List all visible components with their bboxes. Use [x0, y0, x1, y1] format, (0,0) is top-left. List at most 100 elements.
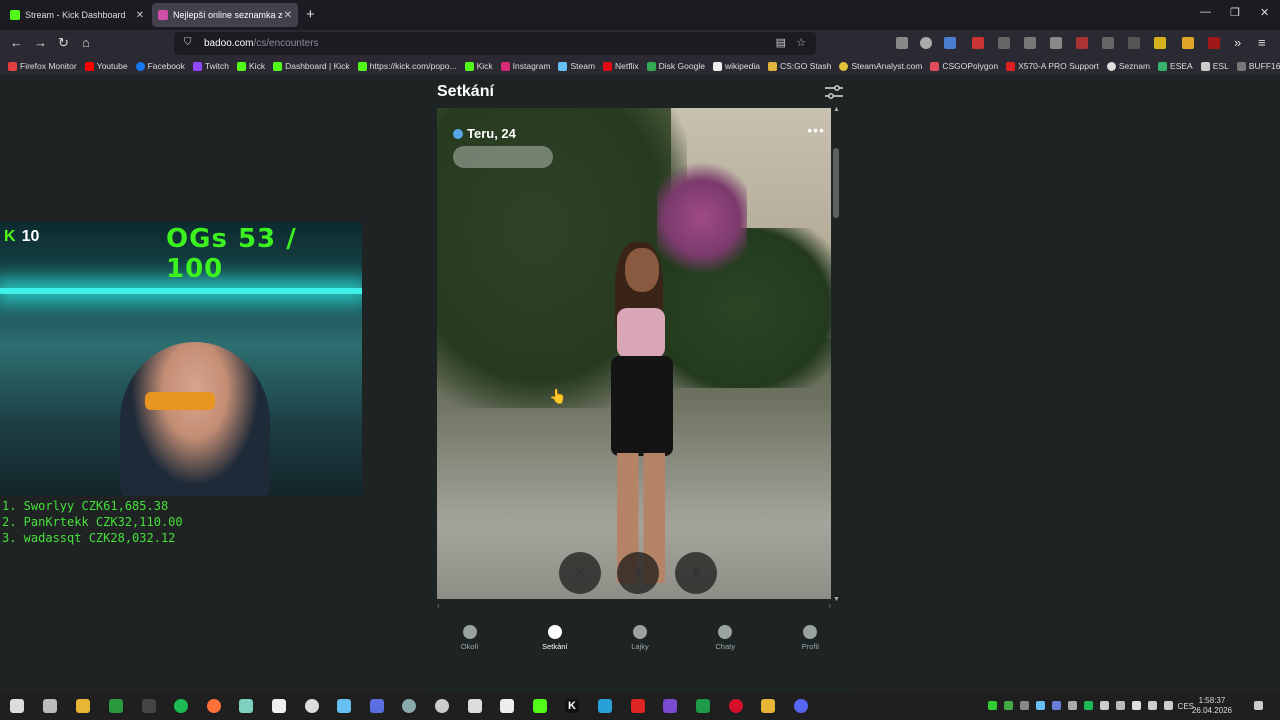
- tray-icon[interactable]: [1020, 701, 1029, 710]
- bookmark-item[interactable]: Disk Google: [646, 61, 705, 71]
- nav-item-profil[interactable]: Profil: [780, 625, 840, 665]
- bookmark-item[interactable]: ESL: [1200, 61, 1229, 71]
- tray-icon[interactable]: [1052, 701, 1061, 710]
- account-icon[interactable]: [920, 37, 932, 49]
- network-icon[interactable]: [1148, 701, 1157, 710]
- extension-icon[interactable]: [1182, 37, 1194, 49]
- scroll-right-icon[interactable]: ›: [828, 601, 831, 610]
- bookmark-item[interactable]: Kick: [464, 61, 493, 71]
- minimize-button[interactable]: —: [1200, 6, 1211, 18]
- scrollbar-thumb[interactable]: [833, 148, 839, 218]
- app-icon[interactable]: [663, 699, 677, 713]
- app-icon[interactable]: [598, 699, 612, 713]
- tray-icon[interactable]: [1084, 701, 1093, 710]
- bookmark-item[interactable]: CS:GO Stash: [767, 61, 831, 71]
- steam-ext-icon[interactable]: [944, 37, 956, 49]
- bookmark-star-icon[interactable]: ☆: [796, 36, 806, 49]
- volume-icon[interactable]: [1164, 701, 1173, 710]
- extension-icon[interactable]: [1024, 37, 1036, 49]
- file-explorer-icon[interactable]: [76, 699, 90, 713]
- reload-icon[interactable]: ↻: [58, 35, 69, 51]
- more-options-icon[interactable]: •••: [807, 122, 825, 138]
- overflow-chevron-icon[interactable]: »: [1234, 35, 1241, 50]
- tray-icon[interactable]: [1036, 701, 1045, 710]
- app-icon[interactable]: [761, 699, 775, 713]
- app-icon[interactable]: [500, 699, 514, 713]
- firefox-icon[interactable]: [207, 699, 221, 713]
- discord-icon[interactable]: [794, 699, 808, 713]
- bookmark-item[interactable]: SteamAnalyst.com: [839, 61, 922, 71]
- scroll-down-icon[interactable]: ▼: [833, 596, 840, 603]
- bookmark-item[interactable]: Netflix: [603, 61, 639, 71]
- tray-icon[interactable]: [1068, 701, 1077, 710]
- extension-icon[interactable]: [1154, 37, 1166, 49]
- close-icon[interactable]: ✕: [284, 10, 292, 21]
- photo-scrollbar[interactable]: ▲ ▼: [833, 106, 840, 603]
- clock[interactable]: 1:58:37 26.04.2026: [1192, 696, 1232, 716]
- clock-app-icon[interactable]: [305, 699, 319, 713]
- extension-icon[interactable]: [1076, 37, 1088, 49]
- windows-start-icon[interactable]: [10, 699, 24, 713]
- forward-icon[interactable]: →: [34, 35, 47, 50]
- spotify-icon[interactable]: [174, 699, 188, 713]
- horizontal-scrollbar[interactable]: ‹ ›: [437, 601, 831, 610]
- bookmark-item[interactable]: Kick: [237, 61, 265, 71]
- bookmark-item[interactable]: Youtube: [84, 61, 128, 71]
- close-icon[interactable]: ✕: [136, 10, 144, 21]
- bookmark-item[interactable]: X570-A PRO Support: [1006, 61, 1099, 71]
- maximize-button[interactable]: ❐: [1230, 6, 1240, 19]
- window-close-button[interactable]: ✕: [1260, 6, 1269, 19]
- widgets-icon[interactable]: [43, 699, 57, 713]
- url-bar[interactable]: ⛉ badoo.com/cs/encounters ▤ ☆: [174, 32, 816, 55]
- bookmark-item[interactable]: Instagram: [500, 61, 550, 71]
- puzzle-icon[interactable]: [1050, 37, 1062, 49]
- bookmark-item[interactable]: wikipedia: [712, 61, 760, 71]
- new-tab-button[interactable]: +: [306, 6, 315, 23]
- adblock-ext-icon[interactable]: [972, 37, 984, 49]
- terminal-icon[interactable]: [142, 699, 156, 713]
- tray-icon[interactable]: [988, 701, 997, 710]
- scroll-up-icon[interactable]: ▲: [833, 106, 840, 113]
- profile-photo[interactable]: Teru, 24 ••• 👆 ✕ ● ♥: [437, 108, 831, 599]
- app-icon[interactable]: [239, 699, 253, 713]
- bookmark-item[interactable]: CSGOPolygon: [930, 61, 998, 71]
- bookmark-item[interactable]: Dashboard | Kick: [273, 61, 350, 71]
- extension-icon[interactable]: [1102, 37, 1114, 49]
- back-icon[interactable]: ←: [10, 35, 23, 50]
- nav-item-lajky[interactable]: Lajky: [610, 625, 670, 665]
- kick-app-icon[interactable]: K: [565, 699, 579, 713]
- calculator-icon[interactable]: [468, 699, 482, 713]
- bookmark-item[interactable]: Firefox Monitor: [8, 61, 77, 71]
- app-icon[interactable]: [109, 699, 123, 713]
- tab-badoo[interactable]: Nejlepší online seznamka zdarm ✕: [152, 3, 298, 27]
- like-button[interactable]: ♥: [675, 552, 717, 594]
- app-icon[interactable]: [631, 699, 645, 713]
- menu-icon[interactable]: ≡: [1258, 35, 1266, 50]
- library-icon[interactable]: [896, 37, 908, 49]
- app-icon[interactable]: [435, 699, 449, 713]
- tray-icon[interactable]: [1116, 701, 1125, 710]
- reader-icon[interactable]: ▤: [776, 36, 786, 49]
- microphone-icon[interactable]: [1132, 701, 1141, 710]
- steam-icon[interactable]: [337, 699, 351, 713]
- extension-icon[interactable]: [1128, 37, 1140, 49]
- tray-icon[interactable]: [1004, 701, 1013, 710]
- bookmark-item[interactable]: Twitch: [192, 61, 229, 71]
- tab-kick-dashboard[interactable]: Stream - Kick Dashboard ✕: [4, 3, 150, 27]
- bookmark-item[interactable]: Steam: [558, 61, 595, 71]
- extension-icon[interactable]: [998, 37, 1010, 49]
- nav-item-chaty[interactable]: Chaty: [695, 625, 755, 665]
- chat-button[interactable]: ●: [617, 552, 659, 594]
- nav-item-setkani[interactable]: Setkání: [525, 625, 585, 665]
- notification-icon[interactable]: [1254, 701, 1263, 710]
- filter-icon[interactable]: [825, 85, 843, 99]
- pass-button[interactable]: ✕: [559, 552, 601, 594]
- opera-icon[interactable]: [729, 699, 743, 713]
- tray-icon[interactable]: [1100, 701, 1109, 710]
- app-icon[interactable]: [402, 699, 416, 713]
- app-icon[interactable]: [533, 699, 547, 713]
- app-icon[interactable]: [370, 699, 384, 713]
- home-icon[interactable]: ⌂: [82, 35, 90, 50]
- bookmark-item[interactable]: Seznam: [1106, 61, 1150, 71]
- app-icon[interactable]: [696, 699, 710, 713]
